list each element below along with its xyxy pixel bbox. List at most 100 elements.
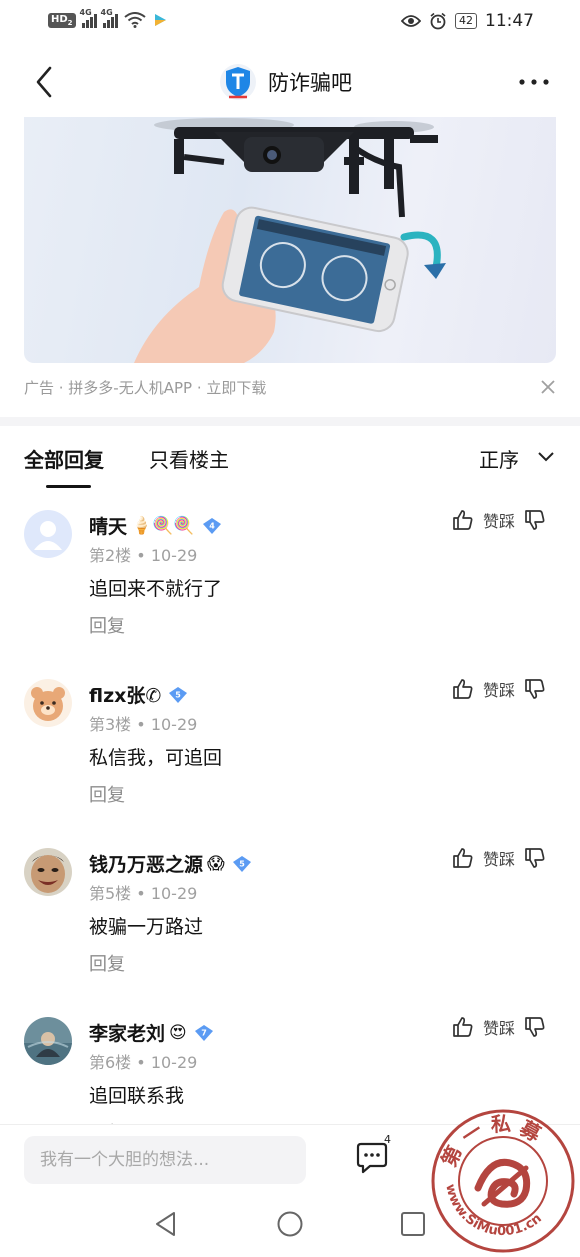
close-icon[interactable]	[538, 377, 558, 397]
comment-text: 被骗一万路过	[89, 916, 204, 938]
vote-label: 赞踩	[483, 681, 516, 700]
reply-button[interactable]: 回复	[89, 612, 125, 638]
comment-item: 钱乃万恶之源 😱 5 第5楼 • 10-29 被骗一万路过 回复 赞踩	[0, 848, 580, 1016]
more-dots-icon[interactable]	[514, 64, 554, 100]
level-number: 5	[239, 859, 245, 868]
thumbs-up-icon[interactable]	[451, 846, 475, 870]
comment-meta: 第5楼 • 10-29	[89, 880, 197, 904]
nav-recents-icon[interactable]	[400, 1211, 426, 1237]
floor-number: 第2楼	[89, 546, 132, 565]
username-text: 李家老刘	[89, 1023, 166, 1045]
signal-icon: 4G	[80, 8, 97, 28]
ad-banner-image[interactable]	[24, 117, 556, 363]
comment-date: 10-29	[150, 715, 198, 734]
reply-input-wrapper	[24, 1136, 316, 1184]
level-badge-icon: 4	[202, 517, 221, 534]
status-left: HD2 4G 4G	[48, 8, 168, 28]
floor-number: 第3楼	[89, 715, 132, 734]
comment-item: 晴天 🍦🍭🍭 4 第2楼 • 10-29 追回来不就行了 回复 赞踩	[0, 510, 580, 678]
floor-number: 第6楼	[89, 1053, 132, 1072]
avatar[interactable]	[24, 1017, 72, 1065]
level-number: 4	[209, 521, 215, 530]
avatar[interactable]	[24, 848, 72, 896]
level-badge-icon: 5	[232, 855, 251, 872]
ad-caption[interactable]: 广告 · 拼多多-无人机APP · 立即下载	[24, 377, 266, 398]
meta-separator: •	[136, 884, 146, 903]
level-number: 7	[201, 1028, 207, 1037]
comment-text: 私信我，可追回	[89, 747, 223, 769]
vote-controls: 赞踩	[451, 677, 547, 701]
thumbs-down-icon[interactable]	[523, 1017, 547, 1039]
comment-date: 10-29	[150, 1053, 198, 1072]
username-text: flzx张✆	[89, 685, 162, 707]
level-number: 5	[176, 690, 182, 699]
floor-number: 第5楼	[89, 884, 132, 903]
comment-item: flzx张✆ 5 第3楼 • 10-29 私信我，可追回 回复 赞踩	[0, 679, 580, 847]
status-right: 42 11:47	[401, 11, 534, 31]
reply-input[interactable]	[24, 1136, 316, 1184]
sort-order-button[interactable]: 正序	[479, 444, 519, 473]
vote-controls: 赞踩	[451, 1017, 547, 1039]
vote-label: 赞踩	[483, 1019, 516, 1038]
drone-ad-illustration	[134, 118, 446, 363]
comment-date: 10-29	[150, 884, 198, 903]
vote-label: 赞踩	[483, 512, 516, 531]
nav-back-icon[interactable]	[152, 1210, 180, 1238]
thumbs-down-icon[interactable]	[523, 508, 547, 532]
meta-separator: •	[136, 546, 146, 565]
reply-button[interactable]: 回复	[89, 950, 125, 976]
status-time: 11:47	[485, 11, 534, 31]
status-bar: HD2 4G 4G 42 11:47	[0, 0, 580, 46]
wifi-icon	[123, 12, 146, 28]
comment-meta: 第6楼 • 10-29	[89, 1049, 197, 1073]
username-emoji: 😍	[169, 1022, 187, 1043]
avatar[interactable]	[24, 679, 72, 727]
tab-all-replies[interactable]: 全部回复	[24, 444, 104, 473]
comment-username[interactable]: 钱乃万恶之源 😱 5	[89, 850, 252, 877]
thumbs-down-icon[interactable]	[523, 846, 547, 870]
meta-separator: •	[136, 1053, 146, 1072]
thumbs-down-icon[interactable]	[523, 677, 547, 701]
username-emoji: 😱	[207, 853, 225, 874]
comment-username[interactable]: flzx张✆ 5	[89, 681, 188, 708]
level-badge-icon: 5	[169, 686, 188, 703]
vote-controls: 赞踩	[451, 508, 547, 532]
tab-active-indicator	[46, 485, 91, 488]
signal-icon-2: 4G	[101, 8, 118, 28]
vote-label: 赞踩	[483, 850, 516, 869]
level-badge-icon: 7	[194, 1024, 213, 1041]
back-chevron-icon[interactable]	[30, 64, 60, 100]
eye-icon	[401, 15, 421, 27]
forum-shield-logo-icon	[220, 64, 256, 100]
meta-separator: •	[136, 715, 146, 734]
chevron-down-icon[interactable]	[537, 449, 555, 465]
nav-home-icon[interactable]	[276, 1210, 304, 1238]
thumbs-up-icon[interactable]	[451, 677, 475, 701]
reply-button[interactable]: 回复	[89, 781, 125, 807]
username-text: 晴天	[89, 516, 128, 538]
username-emoji: 🍦🍭🍭	[131, 515, 195, 536]
battery-indicator: 42	[455, 13, 477, 29]
page-title: 防诈骗吧	[268, 71, 352, 95]
tab-owner-only[interactable]: 只看楼主	[149, 444, 229, 473]
username-text: 钱乃万恶之源	[89, 854, 204, 876]
comment-meta: 第3楼 • 10-29	[89, 711, 197, 735]
section-divider	[0, 417, 580, 426]
comment-count-badge: 4	[384, 1133, 391, 1146]
comment-meta: 第2楼 • 10-29	[89, 542, 197, 566]
thumbs-up-icon[interactable]	[451, 1017, 475, 1039]
comment-text: 追回来不就行了	[89, 578, 223, 600]
alarm-icon	[430, 12, 446, 30]
comment-date: 10-29	[150, 546, 198, 565]
comment-username[interactable]: 李家老刘 😍 7	[89, 1019, 214, 1046]
avatar[interactable]	[24, 510, 72, 558]
drone-graphic	[154, 118, 438, 218]
comment-text: 追回联系我	[89, 1085, 185, 1107]
simu001-watermark-seal: 第 一 私 募 www.SiMu001.cn	[431, 1109, 575, 1253]
video-app-icon	[154, 14, 166, 26]
vote-controls: 赞踩	[451, 846, 547, 870]
hd-indicator: HD2	[48, 12, 76, 28]
comment-username[interactable]: 晴天 🍦🍭🍭 4	[89, 512, 222, 539]
thumbs-up-icon[interactable]	[451, 508, 475, 532]
top-app-bar: 防诈骗吧	[0, 50, 580, 116]
